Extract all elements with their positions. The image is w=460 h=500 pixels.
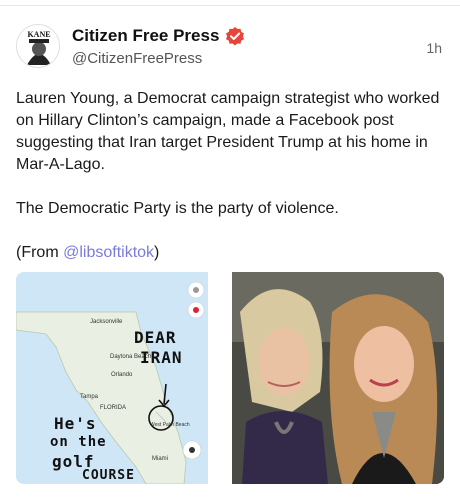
- verified-badge-icon: [226, 27, 245, 46]
- map-label-west-palm: West Palm Beach: [150, 422, 190, 428]
- handwriting-course: COURSE: [82, 468, 135, 483]
- map-image[interactable]: Jacksonville Daytona Beach Orlando Tampa…: [16, 272, 208, 484]
- post-source-line: (From @libsoftiktok): [16, 242, 446, 264]
- post-paragraph-1: Lauren Young, a Democrat campaign strate…: [16, 90, 440, 173]
- avatar-lettering: KANE: [27, 30, 50, 39]
- source-suffix: ): [154, 244, 160, 261]
- handwriting-hes: He's: [54, 414, 97, 433]
- source-prefix: (From: [16, 244, 64, 261]
- map-label-tampa: Tampa: [80, 394, 99, 400]
- post-body: Lauren Young, a Democrat campaign strate…: [16, 88, 446, 264]
- author-names: Citizen Free Press @CitizenFreePress: [72, 26, 245, 67]
- florida-map-shape: [16, 272, 208, 484]
- handwriting-iran: IRAN: [140, 348, 183, 367]
- top-divider: [0, 0, 460, 6]
- map-label-jacksonville: Jacksonville: [90, 319, 123, 325]
- map-label-orlando: Orlando: [111, 372, 133, 378]
- handwriting-dear: DEAR: [134, 328, 177, 347]
- map-label-florida: FLORIDA: [100, 405, 127, 411]
- handwriting-on-the: on the: [50, 434, 107, 450]
- display-name[interactable]: Citizen Free Press: [72, 26, 219, 46]
- post-paragraph-2: The Democratic Party is the party of vio…: [16, 200, 339, 217]
- avatar-image: KANE: [17, 25, 59, 67]
- selfie-photo[interactable]: [232, 272, 444, 484]
- media-gallery: Jacksonville Daytona Beach Orlando Tampa…: [16, 272, 444, 484]
- selfie-photo-illustration: [232, 272, 444, 484]
- source-link[interactable]: @libsoftiktok: [63, 244, 154, 261]
- timestamp[interactable]: 1h: [426, 40, 442, 56]
- handle[interactable]: @CitizenFreePress: [72, 50, 245, 67]
- avatar[interactable]: KANE: [16, 24, 60, 68]
- post-header: KANE Citizen Free Press @CitizenFreePres…: [16, 24, 444, 72]
- map-label-miami: Miami: [152, 456, 168, 462]
